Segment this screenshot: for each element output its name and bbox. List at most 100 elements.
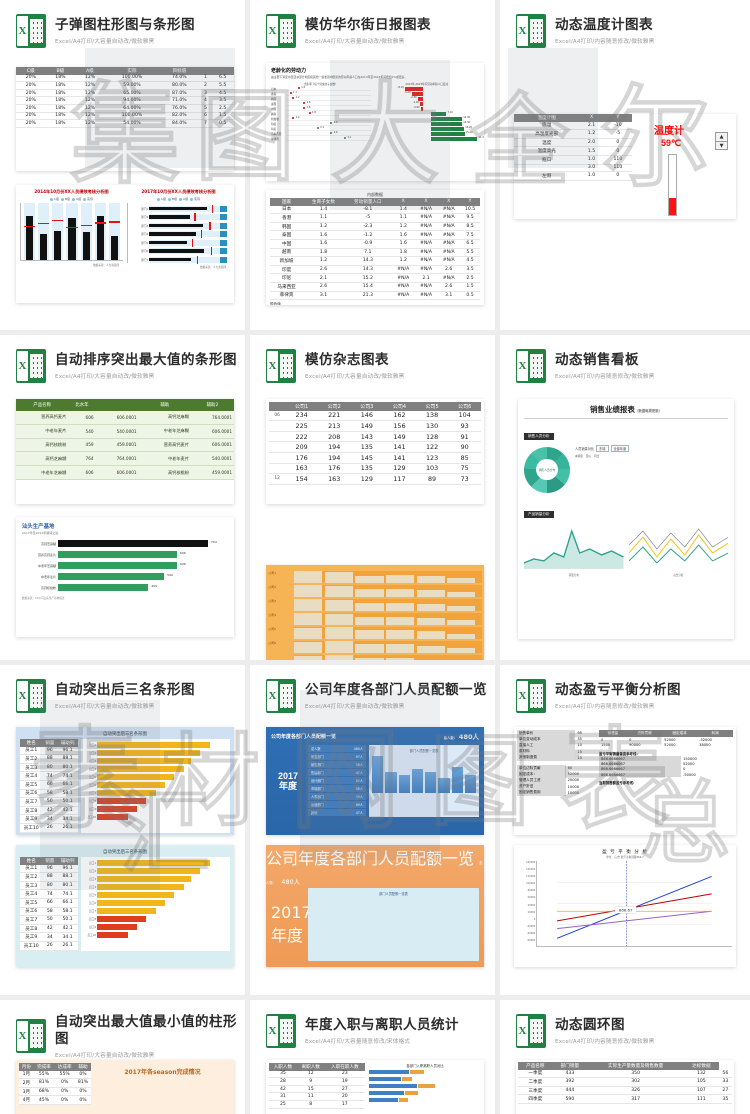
table-row: 中老年麦片 540 540.0001 中老年芝麻糊 606.0001: [16, 424, 234, 439]
table-row: 员工6 58 58.1: [20, 907, 78, 917]
card-title: 年度入职与离职人员统计: [305, 1017, 459, 1034]
td: 3: [199, 89, 212, 98]
td: 50.1: [57, 915, 78, 925]
row-label: [269, 441, 286, 453]
td: 123: [415, 452, 449, 464]
stepper-down[interactable]: ▼: [716, 141, 727, 149]
td: 0%: [54, 1078, 75, 1088]
td: 606.0001: [190, 438, 234, 453]
card-header: X 模仿华尔街日报图表 Excel/A4打印/大容量自动改/微软雅黑: [250, 0, 495, 48]
card-subtitle: Excel/A4打印/大容量随意修改/宋体格式: [305, 1038, 411, 1045]
card-thermometer[interactable]: X 动态温度计图表 Excel/A4打印/内容随意修改/微软雅黑 温度计图 X Y 底…: [500, 0, 750, 335]
card-dept-headcount[interactable]: X 公司年度各部门人员配额一览 Excel/A4打印/大容量自动改/微软雅黑 公…: [250, 665, 500, 1000]
table-header-row: 公司1 公司2 公司3 公司4 公司5 公司6: [269, 402, 481, 411]
td: 营养高钙麦片: [138, 438, 191, 453]
th: 公司5: [415, 402, 449, 411]
card-bottom-three-bar[interactable]: X 自动突出后三名条形图 Excel/A4打印/大容量自动改/微软雅黑 自动突出…: [0, 665, 250, 1000]
td: -1.2: [343, 230, 392, 240]
td: 146: [350, 410, 384, 422]
td: 110: [603, 164, 632, 173]
filter-select-region[interactable]: 东城: [596, 445, 609, 452]
td: 2.1: [303, 273, 344, 283]
table-row: 28 9 19: [269, 1077, 365, 1086]
excel-file-icon: X: [266, 14, 296, 48]
td: 中老年麦片: [16, 424, 69, 439]
card-header: X 年度入职与离职人员统计 Excel/A4打印/大容量随意修改/宋体格式: [250, 1000, 495, 1048]
card-magazine-chart[interactable]: X 模仿杂志图表 Excel/A4打印/大容量自动改/微软雅黑 公司1 公司2 公司…: [250, 335, 500, 665]
td: 111: [684, 1094, 719, 1104]
stepper-up[interactable]: ▲: [716, 133, 727, 141]
series-label: 公司2: [268, 585, 277, 589]
td: 1.8: [303, 248, 344, 258]
table-row: 员工10 26 26.1: [20, 941, 78, 951]
td: 100.00%: [104, 112, 160, 121]
preview-magazine-area: 公司1 公司2 公司3 公司4 公司5 公司6: [266, 565, 484, 660]
axis-tick: -20000: [526, 924, 536, 928]
card-dynamic-donut[interactable]: X 动态圆环图 Excel/A4打印/内容随意修改/微软雅黑 产品名称 部门销量实…: [500, 1000, 750, 1114]
chart-plot: [311, 896, 476, 958]
td: 138: [415, 410, 449, 422]
table-row: 20% 18% 12% 54.00% 84.0% 7 0.5: [16, 119, 234, 128]
td: 110: [603, 155, 632, 165]
td: 7.1: [343, 248, 392, 258]
axis-tick: -60000: [526, 939, 536, 943]
report-title-text: 销售业绩报表: [589, 405, 635, 414]
bullet-chart-vertical: 2014年10月份XX人员绩效考核分析图 C级 B级 A级 实际 数据来源：人力资源…: [20, 189, 123, 269]
table-row: 员工8 42 42.1: [20, 924, 78, 934]
td: 员工10: [20, 823, 43, 833]
stepper-control[interactable]: ▲ ▼: [715, 132, 728, 150]
card-break-even[interactable]: X 动态盈亏平衡分析图 Excel/A4打印/内容随意修改/微软雅黑 销售单价 9…: [500, 665, 750, 1000]
card-title: 自动突出最大值最小值的柱形图: [55, 1014, 237, 1047]
td: 12%: [75, 104, 105, 113]
td: 80.1: [57, 881, 78, 891]
td: 88: [42, 872, 58, 882]
data-table: 公司1 公司2 公司3 公司4 公司5 公司6 06 234 221 146 162 138 104 22…: [269, 402, 481, 485]
td: 213: [317, 420, 351, 432]
td: 26: [42, 823, 58, 833]
td: 129: [350, 473, 384, 485]
card-sales-dashboard[interactable]: X 动态销售看板 Excel/A4打印/内容随意修改/微软雅黑 销售业绩报表（数…: [500, 335, 750, 665]
card-header: X 自动突出后三名条形图 Excel/A4打印/大容量自动改/微软雅黑: [0, 665, 245, 713]
td: 85: [448, 452, 481, 464]
th: 销量: [42, 739, 58, 747]
filter-select-year[interactable]: 全部年度: [610, 445, 630, 452]
td: 一季度: [518, 1069, 553, 1079]
table-row: 4月 45% 0% 0%: [19, 1095, 91, 1105]
card-bullet-chart[interactable]: X 子弹图柱形图与条形图 Excel/A4打印/大容量自动改/微软雅黑 C级 B…: [0, 0, 250, 335]
table-row: 越南 1.8 7.1 1.8 #N/A #N/A 5.5: [270, 248, 480, 258]
headline: 老龄化的劳动力: [271, 68, 307, 74]
card-hire-leave[interactable]: X 年度入职与离职人员统计 Excel/A4打印/大容量随意修改/宋体格式 入职…: [250, 1000, 500, 1114]
td: 6: [199, 112, 212, 121]
td: 18%: [45, 74, 76, 83]
axis-tick: 100000: [526, 882, 536, 886]
table-row: 泰国 1.6 -1.2 1.6 #N/A #N/A 7.5: [270, 230, 480, 240]
th: [211, 67, 234, 75]
td: 56: [718, 1069, 732, 1079]
th: 辅助2: [190, 399, 234, 411]
th: 比水年: [68, 399, 96, 411]
table-row: 员工10 26 26.1: [20, 823, 78, 833]
td: 117: [383, 473, 416, 485]
td: 员工5: [20, 780, 43, 790]
td: 107: [684, 1086, 719, 1096]
card-minmax-column[interactable]: X 自动突出最大值最小值的柱形图 Excel/A4打印/大容量自动改/微软雅黑 …: [0, 1000, 250, 1114]
td: 日本: [270, 205, 304, 215]
card-wsj-chart[interactable]: X 模仿华尔街日报图表 Excel/A4打印/大容量自动改/微软雅黑 老龄化的劳…: [250, 0, 500, 335]
td: 606.0001: [190, 424, 234, 439]
table-row: 中老年芝麻糊 606 606.0001 高钙核桃粉 459.0001: [16, 465, 234, 480]
td: 764: [68, 451, 96, 467]
series-label: 公司3: [268, 599, 277, 603]
th: 辅助列: [57, 857, 78, 865]
card-subtitle: Excel/A4打印/内容随意修改/微软雅黑: [555, 38, 655, 45]
th: 部门销量: [552, 1062, 588, 1070]
td: 80.1: [57, 763, 78, 773]
td: 104: [448, 410, 481, 422]
chart-plot: 866.67: [536, 861, 732, 947]
table-row: 员工7 50 50.1: [20, 915, 78, 925]
year-unit: 年度: [278, 781, 297, 791]
td: 瓶口: [514, 155, 580, 165]
table-row: 12 154 163 129 117 89 73: [269, 473, 481, 485]
td: 75: [448, 463, 481, 475]
card-autosort-bar[interactable]: X 自动排序突出最大值的条形图 Excel/A4打印/大容量自动改/微软雅黑 产…: [0, 335, 250, 665]
td: 64.00%: [104, 104, 160, 113]
